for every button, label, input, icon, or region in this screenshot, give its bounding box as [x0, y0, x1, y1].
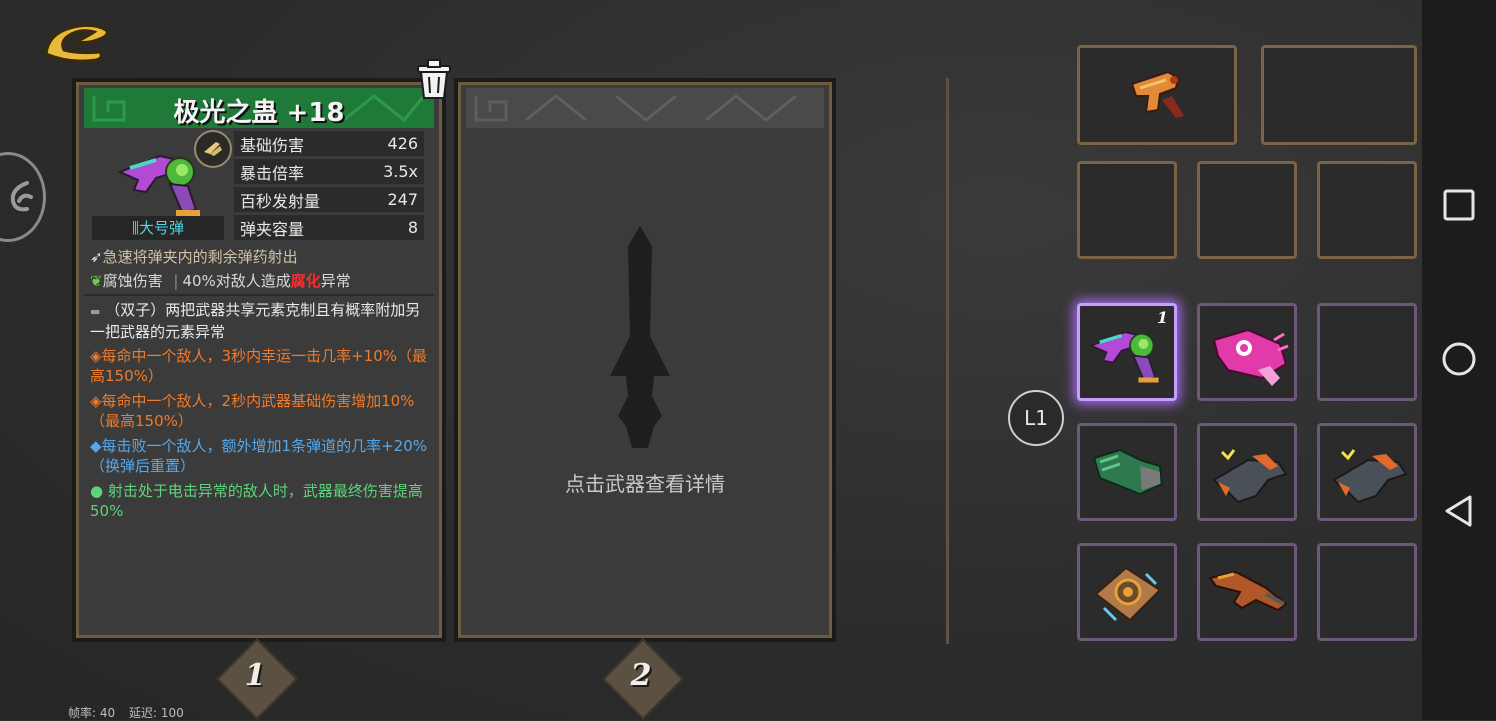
- turret-icon: [1094, 566, 1162, 622]
- back-icon: [44, 23, 109, 63]
- passive-bullet: ▬: [90, 305, 101, 318]
- discard-button[interactable]: [414, 58, 454, 102]
- stat-value: 3.5x: [383, 162, 418, 181]
- vertical-divider: [946, 78, 949, 644]
- equip-slot-top-2[interactable]: [1261, 45, 1417, 145]
- ammo-type-label: ⫼大号弹: [92, 216, 224, 240]
- header-pattern: [474, 94, 797, 122]
- equip-slot-mid-1[interactable]: [1077, 161, 1177, 259]
- ammo-type-text: 大号弹: [138, 219, 184, 237]
- weapon-name: 极光之蛊 +18: [173, 98, 345, 128]
- inventory-slot-1[interactable]: 1: [1077, 303, 1177, 401]
- passive-item: ▬ （双子）两把武器共享元素克制且有概率附加另一把武器的元素异常: [90, 300, 430, 342]
- equip-slot-mid-3[interactable]: [1317, 161, 1417, 259]
- weapon-slot-2-panel[interactable]: 点击武器查看详情: [454, 78, 836, 642]
- passive-text: 每命中一个敌人，2秒内武器基础伤害增加10%（最高150%）: [90, 392, 415, 430]
- slot2-hint: 点击武器查看详情: [565, 472, 725, 496]
- nav-recents-button[interactable]: [1442, 188, 1476, 222]
- equipped-slot-badge: 1: [1156, 308, 1168, 327]
- passive-item: ◈每命中一个敌人，3秒内幸运一击几率+10%（最高150%）: [90, 346, 430, 386]
- slot-2-number: 2: [630, 658, 652, 693]
- corrosion-icon: ❦: [90, 272, 103, 290]
- system-nav-bar: [1422, 0, 1496, 720]
- ammo-icon: ⫼: [132, 219, 139, 237]
- side-menu-icon: [10, 181, 33, 212]
- element-desc-suffix: 异常: [320, 272, 351, 290]
- weapon-detail-panel: 极光之蛊 +18 ⫼大号弹 基础伤害 426 暴击倍率 3.5x 百秒发射量 2…: [72, 78, 446, 642]
- element-name: 腐蚀伤害: [102, 272, 163, 290]
- inventory-slot-5[interactable]: [1197, 423, 1297, 521]
- l1-button[interactable]: L1: [1008, 390, 1064, 446]
- separator: |: [173, 272, 179, 290]
- pistol-item-icon: [1130, 70, 1184, 118]
- passive-bullet: ●: [90, 482, 104, 500]
- passive-item: ● 射击处于电击异常的敌人时，武器最终伤害提高50%: [90, 481, 430, 521]
- passive-text: （双子）两把武器共享元素克制且有概率附加另一把武器的元素异常: [90, 301, 421, 341]
- passive-item: ◆每击败一个敌人，额外增加1条弹道的几率+20%（换弹后重置）: [90, 436, 430, 476]
- stat-value: 247: [387, 190, 418, 209]
- inventory-slot-3[interactable]: [1317, 303, 1417, 401]
- element-line: ❦腐蚀伤害 | 40%对敌人造成腐化异常: [90, 270, 430, 292]
- passive-text: 每击败一个敌人，额外增加1条弹道的几率+20%（换弹后重置）: [90, 437, 428, 475]
- stat-row-crit: 暴击倍率 3.5x: [234, 159, 424, 184]
- nav-circle-icon: [1442, 342, 1476, 376]
- skill-line: ➶急速将弹夹内的剩余弹药射出: [90, 246, 430, 268]
- sword-silhouette-icon: [610, 226, 670, 448]
- inventory-slot-6[interactable]: [1317, 423, 1417, 521]
- rifle-icon: [1208, 570, 1288, 612]
- passive-bullet: ◈: [90, 392, 102, 410]
- passive-bullet: ◆: [90, 437, 102, 455]
- stat-row-damage: 基础伤害 426: [234, 131, 424, 156]
- stat-label: 弹夹容量: [240, 219, 305, 239]
- passive-text: 射击处于电击异常的敌人时，武器最终伤害提高50%: [90, 482, 423, 520]
- passive-bullet: ◈: [90, 347, 102, 365]
- stat-value: 8: [407, 218, 418, 237]
- stat-row-magazine: 弹夹容量 8: [234, 215, 424, 240]
- inventory-slot-8[interactable]: [1197, 543, 1297, 641]
- equip-slot-top-1[interactable]: [1077, 45, 1237, 145]
- weapon-header: 极光之蛊 +18: [84, 88, 434, 128]
- debug-info: 帧率: 40 延迟: 100: [68, 704, 184, 721]
- latency-label: 延迟: 100: [128, 706, 184, 720]
- passive-item: ◈每命中一个敌人，2秒内武器基础伤害增加10%（最高150%）: [90, 391, 430, 431]
- ammo-badge: [194, 130, 232, 168]
- bullet-icon: [204, 142, 222, 156]
- wing-icon: ➶: [90, 248, 103, 266]
- element-highlight: 腐化: [290, 272, 321, 290]
- gauntlet-icon: [1092, 448, 1164, 496]
- element-desc: 40%对敌人造成: [182, 272, 291, 290]
- inventory-slot-4[interactable]: [1077, 423, 1177, 521]
- stat-value: 426: [387, 134, 418, 153]
- slot2-header: [466, 88, 824, 128]
- slot-1-number: 1: [244, 658, 266, 693]
- stat-label: 百秒发射量: [240, 191, 321, 211]
- skill-text: 急速将弹夹内的剩余弹药射出: [102, 248, 298, 266]
- crossbow-icon: [1332, 449, 1408, 504]
- inventory-slot-2[interactable]: [1197, 303, 1297, 401]
- nav-back-button[interactable]: [1442, 494, 1476, 528]
- aurora-gun-icon: [1089, 331, 1159, 383]
- stat-row-firerate: 百秒发射量 247: [234, 187, 424, 212]
- inventory-slot-9[interactable]: [1317, 543, 1417, 641]
- stat-label: 基础伤害: [240, 135, 305, 155]
- inventory-slot-7[interactable]: [1077, 543, 1177, 641]
- nav-back-icon: [1445, 495, 1472, 527]
- divider: [84, 294, 434, 296]
- crossbow-icon: [1212, 449, 1288, 504]
- stat-label: 暴击倍率: [240, 163, 305, 183]
- passive-text: 每命中一个敌人，3秒内幸运一击几率+10%（最高150%）: [90, 347, 428, 385]
- nav-home-button[interactable]: [1442, 342, 1476, 376]
- back-button[interactable]: [40, 14, 114, 64]
- equip-slot-mid-2[interactable]: [1197, 161, 1297, 259]
- nav-square-icon: [1443, 189, 1475, 221]
- fps-label: 帧率: 40: [68, 706, 116, 720]
- trash-icon: [417, 59, 451, 99]
- pink-launcher-icon: [1212, 328, 1289, 386]
